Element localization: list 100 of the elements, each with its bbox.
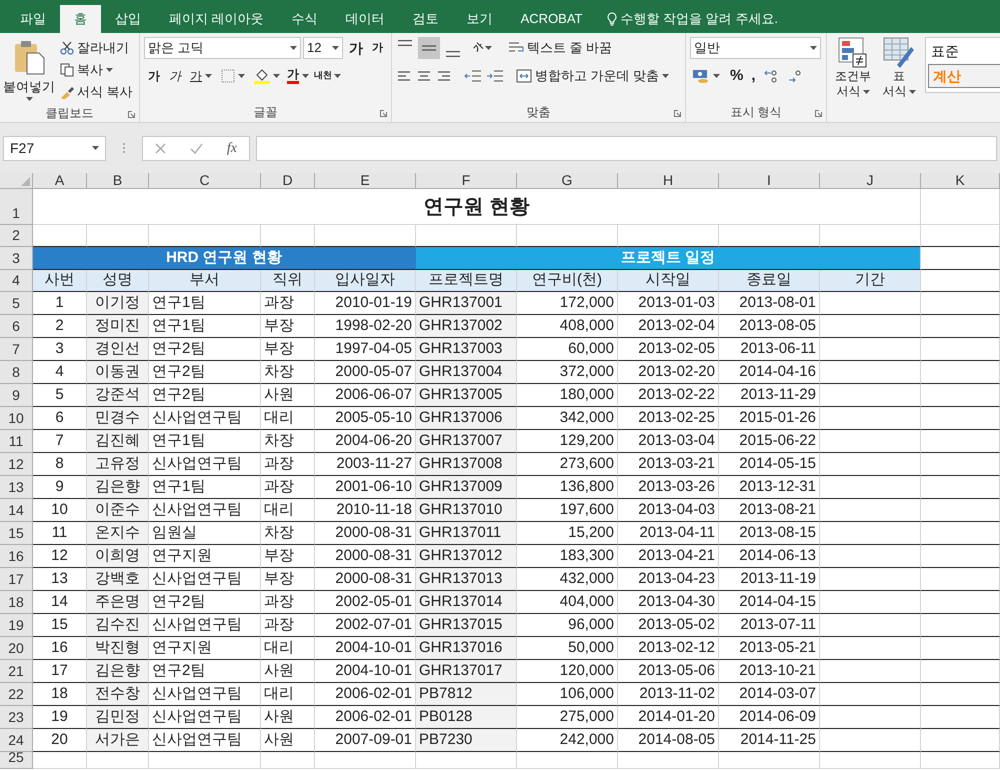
column-letter[interactable]: C [149,173,261,188]
row-number[interactable]: 13 [0,476,33,499]
row-number[interactable]: 22 [0,683,33,706]
column-letter[interactable]: D [261,173,315,188]
underline-button[interactable]: 가 [188,67,214,85]
table-cell: 372,000 [517,361,618,384]
table-cell: 강백호 [87,568,149,591]
column-letter[interactable]: I [719,173,820,188]
table-cell: 사원 [261,384,315,407]
format-as-table-button[interactable]: 표 서식 [879,37,919,122]
close-icon [154,142,166,154]
bold-button[interactable]: 가 [146,67,162,85]
ribbon-tab[interactable]: 페이지 레이아웃 [155,5,278,33]
row-number[interactable]: 18 [0,591,33,614]
empty-cell [87,752,149,769]
table-cell: 172,000 [517,292,618,315]
table-cell: GHR137009 [416,476,517,499]
cut-button[interactable]: 잘라내기 [58,37,135,59]
italic-button[interactable]: 가 [167,67,183,85]
row-number[interactable]: 20 [0,637,33,660]
merge-center-button[interactable]: 병합하고 가운데 맞춤 [508,65,672,87]
row-number[interactable]: 7 [0,338,33,361]
copy-button[interactable]: 복사 [58,59,135,81]
ribbon-tab[interactable]: 홈 [60,5,101,33]
table-cell: 임원실 [149,522,261,545]
row-number[interactable]: 15 [0,522,33,545]
row-number[interactable]: 9 [0,384,33,407]
font-name-dropdown[interactable]: 맑은 고딕 [144,37,301,59]
table-cell: GHR137004 [416,361,517,384]
table-cell: 2013-05-06 [618,660,719,683]
row-number[interactable]: 10 [0,407,33,430]
table-cell: 과장 [261,591,315,614]
table-cell: 연구2팀 [149,338,261,361]
column-letter[interactable]: H [618,173,719,188]
table-cell: 주은명 [87,591,149,614]
font-size-dropdown[interactable]: 12 [303,37,343,59]
row-number[interactable]: 16 [0,545,33,568]
table-cell: 과장 [261,292,315,315]
row-number[interactable]: 4 [0,270,33,292]
font-color-button[interactable]: 가 [287,68,309,84]
column-letter[interactable]: A [33,173,87,188]
column-letter[interactable]: B [87,173,149,188]
comma-button[interactable]: , [751,65,756,88]
paste-button[interactable]: 붙여넣기 [4,37,54,103]
table-cell: 180,000 [517,384,618,407]
table-cell: 96,000 [517,614,618,637]
format-painter-button[interactable]: 서식 복사 [58,81,135,103]
column-letter[interactable]: J [820,173,921,188]
table-cell: 2013-04-03 [618,499,719,522]
row-number[interactable]: 12 [0,453,33,476]
ribbon-tab[interactable]: 파일 [6,5,60,33]
table-cell: 2013-02-20 [618,361,719,384]
ribbon-tab[interactable]: ACROBAT [506,5,597,33]
orientation-button[interactable]: 가 [474,41,492,55]
row-number[interactable]: 1 [0,189,33,225]
percent-button[interactable]: % [730,65,744,88]
row-number[interactable]: 23 [0,706,33,729]
ribbon-tab[interactable]: 보기 [452,5,507,33]
row-number[interactable]: 8 [0,361,33,384]
row-number[interactable]: 24 [0,729,33,752]
column-header: 입사일자 [315,270,416,292]
row-number[interactable]: 14 [0,499,33,522]
formula-input-field[interactable] [256,136,997,160]
grow-font-button[interactable]: 가 [345,38,367,58]
row-number[interactable]: 25 [0,752,33,769]
clipboard-icon [13,39,45,75]
column-letter[interactable]: E [315,173,416,188]
checkmark-icon [190,142,203,154]
column-letter[interactable]: G [517,173,618,188]
row-number[interactable]: 11 [0,430,33,453]
column-letter[interactable]: F [416,173,517,188]
table-cell: 김민정 [87,706,149,729]
table-cell: 2014-11-25 [719,729,820,752]
row-number[interactable]: 3 [0,247,33,270]
ribbon-tab[interactable]: 검토 [398,5,453,33]
ribbon-tab[interactable]: 데이터 [332,5,399,33]
insert-function-button[interactable]: fx [226,138,237,158]
row-number[interactable]: 17 [0,568,33,591]
phonetic-button[interactable]: 내천 [314,69,341,83]
table-cell: GHR137016 [416,637,517,660]
row-number[interactable]: 5 [0,292,33,315]
column-letter[interactable]: K [921,173,1000,188]
table-cell: 부장 [261,338,315,361]
wrap-text-button[interactable]: 텍스트 줄 바꿈 [496,37,614,59]
ribbon-tab[interactable]: 삽입 [101,5,155,33]
shrink-font-button[interactable]: 가 [369,40,386,56]
conditional-formatting-button[interactable]: 조건부 서식 [833,37,873,122]
name-box[interactable]: F27 [3,136,106,160]
row-number[interactable]: 21 [0,660,33,683]
column-header: 부서 [149,270,261,292]
number-format-dropdown[interactable]: 일반 [690,37,821,59]
table-cell: 2014-01-20 [618,706,719,729]
table-cell: 신사업연구팀 [149,499,261,522]
tell-me-box[interactable]: 수행할 작업을 알려 주세요. [606,5,778,33]
row-number[interactable]: 2 [0,225,33,247]
row-number[interactable]: 19 [0,614,33,637]
table-cell: 2013-11-02 [618,683,719,706]
ribbon-tab[interactable]: 수식 [278,5,332,33]
empty-cell [261,752,315,769]
row-number[interactable]: 6 [0,315,33,338]
